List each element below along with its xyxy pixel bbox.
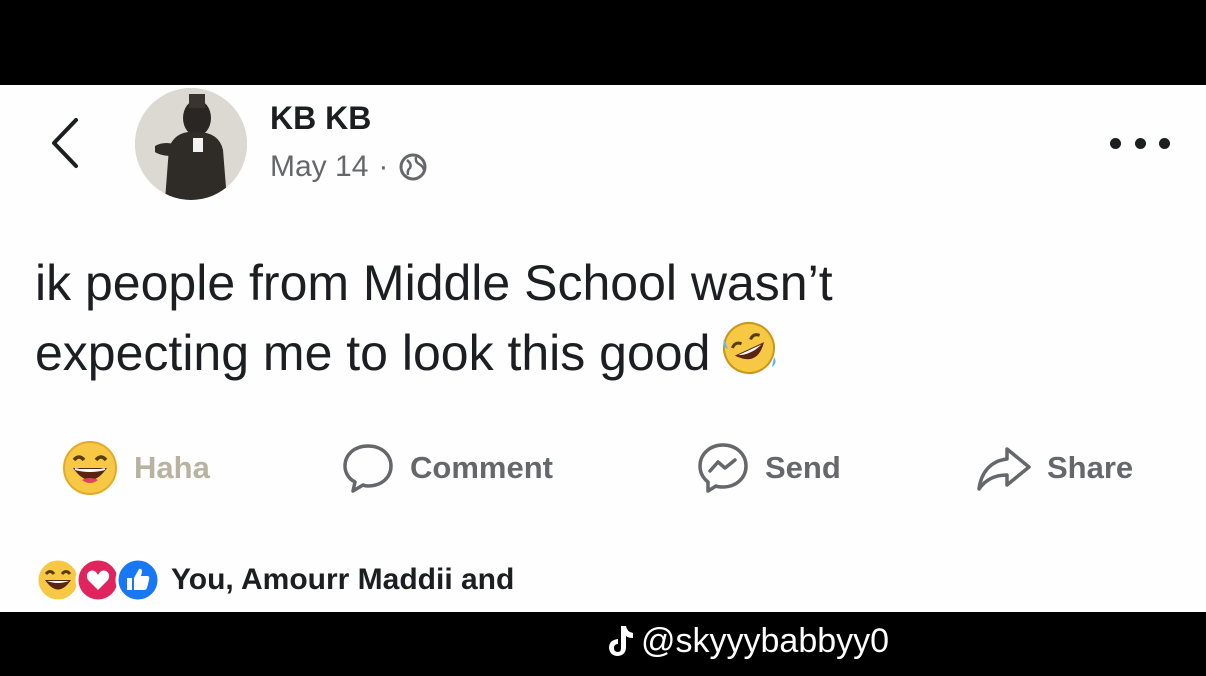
- more-options-icon-dot: [1159, 137, 1170, 149]
- top-black-bar: [0, 0, 1206, 85]
- post-body: ik people from Middle School wasn’t expe…: [35, 248, 1035, 395]
- reaction-icons: [35, 557, 161, 603]
- share-label: Share: [1047, 450, 1134, 485]
- send-button[interactable]: Send: [695, 440, 841, 496]
- comment-label: Comment: [410, 450, 553, 485]
- bottom-black-bar: [0, 612, 1206, 676]
- send-label: Send: [765, 450, 841, 485]
- post-date[interactable]: May 14: [270, 150, 368, 184]
- post-text-line-2: expecting me to look this good: [35, 318, 1035, 395]
- reactions-text: You, Amourr Maddii and: [171, 563, 515, 596]
- meta-separator: ·: [378, 150, 389, 183]
- haha-label: Haha: [134, 450, 210, 485]
- author-name[interactable]: KB KB: [270, 100, 371, 137]
- rofl-emoji-icon: [720, 319, 778, 395]
- more-options-icon-dot: [1134, 137, 1146, 149]
- share-arrow-icon: [977, 447, 1031, 491]
- tiktok-watermark: @skyyybabbyy0: [605, 616, 889, 666]
- like-icon: [115, 557, 161, 603]
- share-button[interactable]: Share: [975, 440, 1133, 496]
- back-chevron-icon: [52, 118, 78, 168]
- avatar-photo: [135, 88, 247, 200]
- author-avatar[interactable]: [135, 88, 247, 200]
- more-options-button[interactable]: [1110, 128, 1170, 158]
- post-text-line-1: ik people from Middle School wasn’t: [35, 255, 833, 311]
- reactions-summary[interactable]: You, Amourr Maddii and: [35, 555, 514, 605]
- haha-button[interactable]: Haha: [60, 440, 210, 496]
- post-meta: May 14 ·: [270, 150, 428, 184]
- more-options-icon: [1110, 137, 1121, 149]
- haha-reaction-icon: [63, 441, 117, 495]
- comment-button[interactable]: Comment: [340, 440, 553, 496]
- tiktok-icon: [609, 626, 633, 656]
- tiktok-handle: @skyyybabbyy0: [641, 621, 890, 660]
- comment-icon: [343, 444, 393, 493]
- messenger-icon: [698, 443, 748, 493]
- back-button[interactable]: [40, 113, 90, 173]
- globe-icon: [399, 153, 427, 181]
- post-text-line-2-text: expecting me to look this good: [35, 325, 711, 381]
